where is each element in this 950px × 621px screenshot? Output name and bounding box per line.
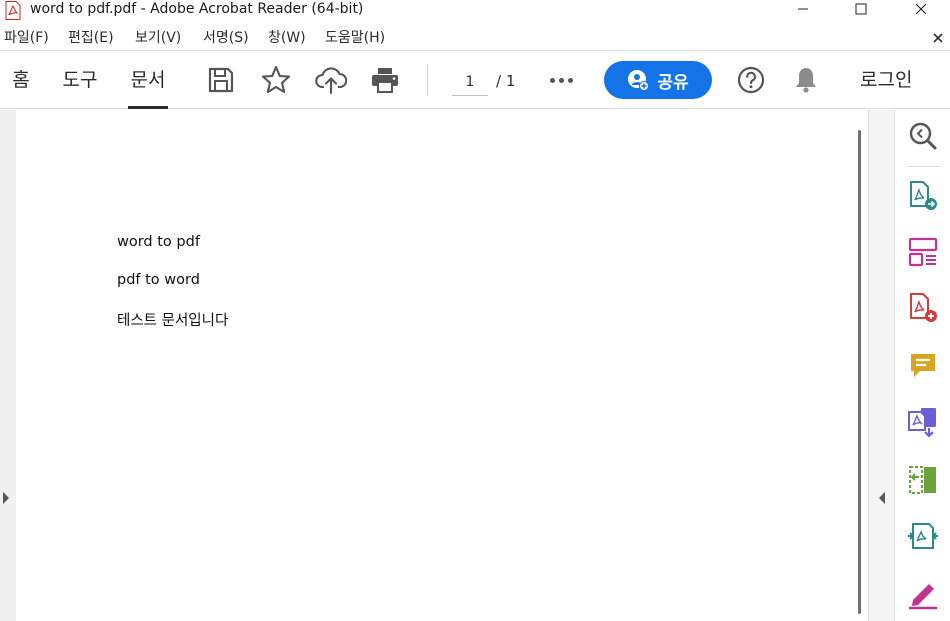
window-title: word to pdf.pdf - Adobe Acrobat Reader (… [30,1,364,17]
more-icon [549,77,555,83]
create-pdf-icon [910,293,937,322]
close-icon [915,3,927,15]
export-pdf-icon [910,181,937,210]
vertical-scrollbar[interactable] [858,130,861,614]
collapse-right-panel-icon[interactable] [878,492,886,504]
help-icon [737,66,765,94]
document-line: pdf to word [117,272,200,288]
tools-divider [907,166,941,167]
cloud-upload-icon [315,67,347,95]
main-area: word to pdf pdf to word 테스트 문서입니다 [0,110,950,621]
share-button[interactable]: 공유 [604,61,712,99]
zoom-search-tool[interactable] [907,120,939,152]
menu-view[interactable]: 보기(V) [135,28,181,48]
menu-file[interactable]: 파일(F) [4,28,49,48]
fill-sign-tool[interactable] [907,578,939,610]
title-bar: word to pdf.pdf - Adobe Acrobat Reader (… [0,0,950,26]
document-line: 테스트 문서입니다 [117,313,229,329]
share-label: 공유 [657,72,689,93]
edit-pdf-icon [909,466,936,494]
maximize-icon [855,3,867,15]
tab-home[interactable]: 홈 [10,51,32,109]
combine-files-tool[interactable] [907,406,939,438]
menu-window[interactable]: 창(W) [268,28,306,48]
more-icon [567,77,573,83]
tools-panel [894,110,950,621]
upload-button[interactable] [315,64,347,96]
menu-help[interactable]: 도움말(H) [325,28,385,48]
bookmark-star-button[interactable] [260,64,292,96]
expand-left-panel-icon[interactable] [2,492,10,504]
right-panel-gutter [868,110,894,621]
print-button[interactable] [369,64,401,96]
left-panel-gutter [0,110,16,621]
share-user-icon [628,70,650,91]
acrobat-app-icon [5,1,21,20]
menu-sign[interactable]: 서명(S) [203,28,249,48]
edit-pdf-tool[interactable] [907,464,939,496]
maximize-button[interactable] [838,0,884,18]
comment-icon [911,354,935,377]
page-total: / 1 [496,72,516,90]
print-icon [372,68,398,93]
save-icon [208,67,234,93]
minimize-button[interactable] [780,0,826,18]
page-number-input[interactable] [452,68,488,96]
combine-files-icon [908,408,936,438]
document-line: word to pdf [117,234,200,250]
export-pdf-tool[interactable] [907,180,939,212]
minimize-icon [798,8,808,10]
star-icon [261,65,291,94]
comment-tool[interactable] [907,350,939,382]
tab-tools[interactable]: 도구 [59,51,101,109]
fill-sign-icon [909,584,937,610]
compress-pdf-tool[interactable] [907,520,939,552]
compress-pdf-icon [908,523,938,549]
close-document-icon[interactable] [930,30,946,46]
main-toolbar: 홈 도구 문서 / 1 [0,51,950,109]
zoom-search-icon [909,122,937,150]
organize-pages-icon [908,237,938,267]
save-button[interactable] [205,64,237,96]
close-window-button[interactable] [898,0,944,18]
more-icon [558,77,564,83]
create-pdf-tool[interactable] [907,292,939,324]
help-button[interactable] [735,64,767,96]
toolbar-divider [427,64,428,96]
notifications-button[interactable] [790,64,822,96]
more-options-button[interactable] [546,69,576,91]
menu-edit[interactable]: 편집(E) [68,28,114,48]
document-page: word to pdf pdf to word 테스트 문서입니다 [16,110,868,621]
tab-document[interactable]: 문서 [128,51,168,109]
organize-pages-tool[interactable] [907,236,939,268]
menu-bar: 파일(F) 편집(E) 보기(V) 서명(S) 창(W) 도움말(H) [0,26,950,51]
login-button[interactable]: 로그인 [860,51,912,109]
bell-icon [796,68,816,93]
